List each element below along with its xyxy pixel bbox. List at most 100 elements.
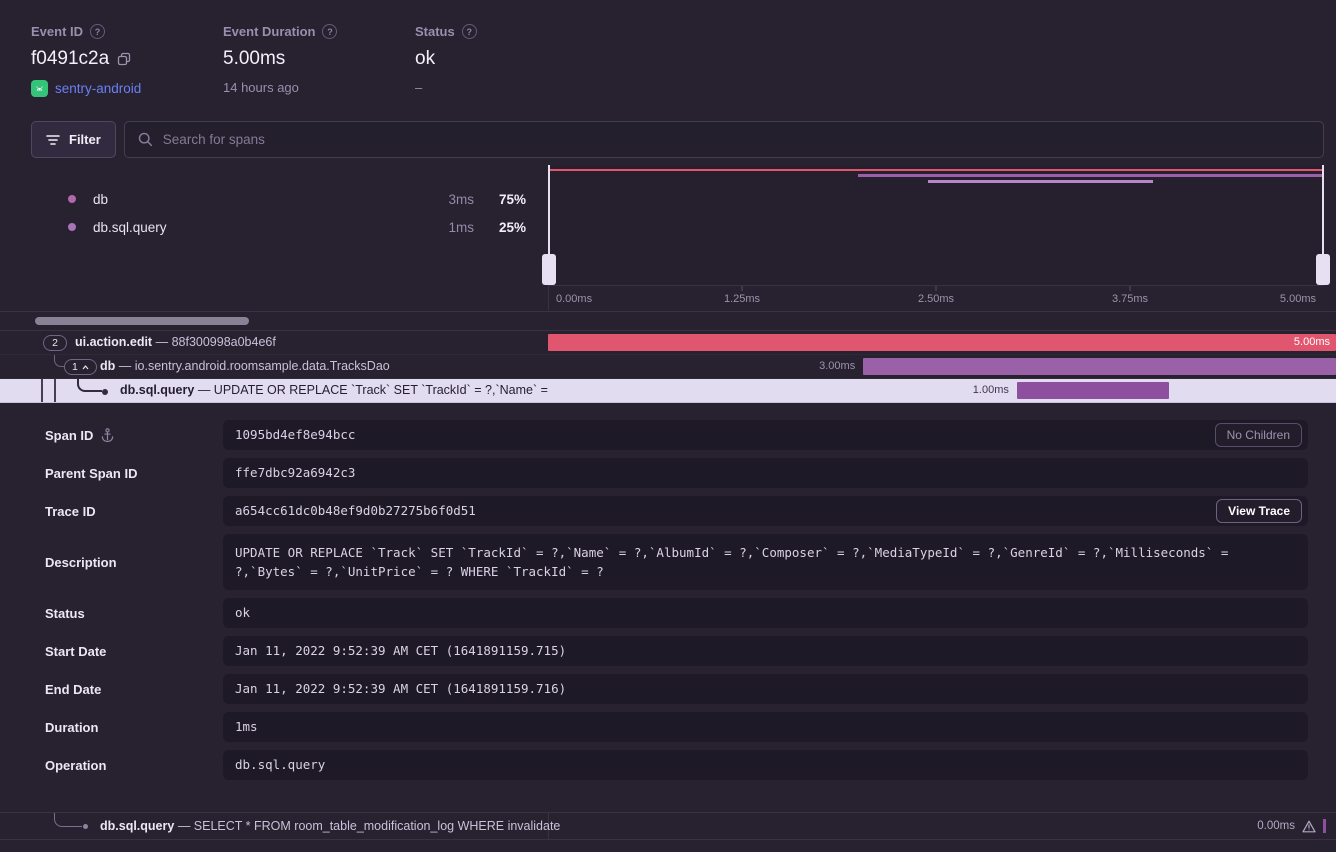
anchor-icon[interactable] [101, 428, 114, 442]
detail-row-span-id: Span ID 1095bd4ef8e94bcc No Children [45, 420, 1308, 450]
legend-row-db[interactable]: db 3ms 75% [0, 185, 548, 213]
span-row-db-sql-query-selected[interactable]: db.sql.query — UPDATE OR REPLACE `Track`… [0, 379, 1336, 403]
span-op: ui.action.edit [75, 335, 152, 349]
event-id-value: f0491c2a [31, 48, 109, 70]
tree-scrollbar [0, 311, 1336, 330]
span-duration-label: 5.00ms [1294, 336, 1330, 348]
detail-row-parent-span-id: Parent Span ID ffe7dbc92a6942c3 [45, 458, 1308, 488]
status-field: ok [223, 598, 1308, 628]
span-op: db.sql.query [100, 819, 174, 833]
drag-grip[interactable] [1316, 254, 1330, 285]
span-op: db [100, 359, 115, 373]
drag-grip[interactable] [542, 254, 556, 285]
trace-minimap[interactable] [548, 165, 1324, 285]
detail-row-status: Status ok [45, 598, 1308, 628]
start-date-label: Start Date [45, 644, 223, 659]
span-details: Span ID 1095bd4ef8e94bcc No Children Par… [45, 420, 1308, 780]
op-label: db.sql.query [93, 220, 448, 235]
status-block: Status ok – [415, 24, 477, 95]
span-search [124, 121, 1324, 158]
tree-connector [54, 355, 64, 367]
search-input[interactable] [163, 132, 1310, 147]
description-label: Description [45, 555, 223, 570]
parent-span-id-label: Parent Span ID [45, 466, 223, 481]
operation-label: Operation [45, 758, 223, 773]
span-row-ui-action-edit[interactable]: 2 ui.action.edit — 88f300998a0b4e6f 5.00… [0, 331, 1336, 355]
span-duration-bar[interactable] [1017, 382, 1169, 399]
detail-row-duration: Duration 1ms [45, 712, 1308, 742]
op-percent: 75% [492, 192, 526, 207]
span-row-db-sql-query-select[interactable]: db.sql.query — SELECT * FROM room_table_… [0, 812, 1336, 840]
search-icon [138, 132, 153, 147]
project-link[interactable]: sentry-android [55, 81, 141, 96]
help-icon[interactable] [322, 24, 337, 39]
scrollbar-thumb[interactable] [35, 317, 249, 325]
axis-label: 1.25ms [724, 293, 760, 305]
tree-guide-line [41, 379, 43, 402]
op-percent: 25% [492, 220, 526, 235]
detail-row-end-date: End Date Jan 11, 2022 9:52:39 AM CET (16… [45, 674, 1308, 704]
tree-connector [54, 813, 82, 827]
description-field: UPDATE OR REPLACE `Track` SET `TrackId` … [223, 534, 1308, 590]
event-duration-label: Event Duration [223, 24, 315, 39]
view-trace-button[interactable]: View Trace [1216, 499, 1302, 523]
trace-id-label: Trace ID [45, 504, 223, 519]
status-label: Status [415, 24, 455, 39]
filter-icon [46, 134, 60, 146]
detail-row-description: Description UPDATE OR REPLACE `Track` SE… [45, 534, 1308, 590]
event-id-label: Event ID [31, 24, 83, 39]
tree-connector [77, 379, 102, 392]
span-id-label: Span ID [45, 428, 93, 443]
op-duration: 3ms [448, 192, 474, 207]
span-op: db.sql.query [120, 383, 194, 397]
status-value: ok [415, 48, 435, 70]
axis-tick [742, 286, 743, 291]
copy-icon[interactable] [117, 52, 131, 66]
warning-icon [1302, 820, 1316, 833]
event-duration-value: 5.00ms [223, 48, 285, 70]
minimap-span-bar [928, 180, 1153, 183]
children-count-badge[interactable]: 1 [64, 359, 97, 375]
span-id-field: 1095bd4ef8e94bcc No Children [223, 420, 1308, 450]
detail-row-trace-id: Trace ID a654cc61dc0b48ef9d0b27275b6f0d5… [45, 496, 1308, 526]
operation-field: db.sql.query [223, 750, 1308, 780]
trace-overview: db 3ms 75% db.sql.query 1ms 25% 0.00ms 1… [0, 165, 1336, 330]
tree-guide-line [54, 379, 56, 402]
end-date-field: Jan 11, 2022 9:52:39 AM CET (1641891159.… [223, 674, 1308, 704]
end-date-label: End Date [45, 682, 223, 697]
span-row-db[interactable]: 1 db — io.sentry.android.roomsample.data… [0, 355, 1336, 379]
status-sub: – [415, 80, 422, 95]
span-duration-bar [1323, 819, 1326, 833]
axis-label: 2.50ms [918, 293, 954, 305]
axis-tick [936, 286, 937, 291]
span-tree: 2 ui.action.edit — 88f300998a0b4e6f 5.00… [0, 330, 1336, 403]
legend-row-db-sql-query[interactable]: db.sql.query 1ms 25% [0, 213, 548, 241]
time-axis: 0.00ms 1.25ms 2.50ms 3.75ms 5.00ms [548, 285, 1324, 310]
axis-label: 5.00ms [1280, 293, 1316, 305]
help-icon[interactable] [90, 24, 105, 39]
op-color-dot [68, 195, 76, 203]
start-date-field: Jan 11, 2022 9:52:39 AM CET (1641891159.… [223, 636, 1308, 666]
axis-label: 3.75ms [1112, 293, 1148, 305]
axis-label: 0.00ms [556, 293, 592, 305]
span-duration-label: 3.00ms [819, 360, 855, 372]
minimap-span-bar [548, 169, 1324, 171]
children-count-badge[interactable]: 2 [43, 335, 67, 351]
event-duration-block: Event Duration 5.00ms 14 hours ago [223, 24, 337, 95]
detail-row-operation: Operation db.sql.query [45, 750, 1308, 780]
android-project-icon [31, 80, 48, 97]
span-duration-bar[interactable]: 5.00ms [548, 334, 1336, 351]
duration-label: Duration [45, 720, 223, 735]
span-duration-bar[interactable] [863, 358, 1336, 375]
span-desc: SELECT * FROM room_table_modification_lo… [194, 819, 561, 833]
help-icon[interactable] [462, 24, 477, 39]
no-children-button[interactable]: No Children [1215, 423, 1302, 447]
minimap-left-handle[interactable] [548, 165, 550, 285]
filter-button[interactable]: Filter [31, 121, 116, 158]
operations-breakdown: db 3ms 75% db.sql.query 1ms 25% [0, 185, 548, 241]
minimap-right-handle[interactable] [1322, 165, 1324, 285]
span-node-dot [83, 824, 88, 829]
parent-span-id-field: ffe7dbc92a6942c3 [223, 458, 1308, 488]
event-age: 14 hours ago [223, 80, 299, 95]
event-header: Event ID f0491c2a se [0, 0, 1336, 112]
